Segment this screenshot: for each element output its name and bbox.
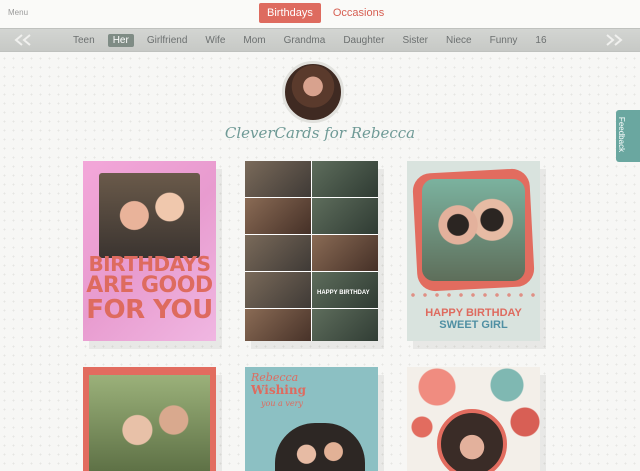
card-text-line: FOR YOU (86, 295, 213, 325)
category-tabs: Birthdays Occasions (259, 3, 392, 23)
collage-grid (245, 161, 378, 341)
filter-girlfriend[interactable]: Girlfriend (142, 34, 193, 47)
card-text-line: BIRTHDAYS (88, 252, 211, 276)
top-bar: Menu Birthdays Occasions (0, 0, 640, 28)
filter-bar: Teen Her Girlfriend Wife Mom Grandma Dau… (0, 28, 640, 52)
card-photo (437, 409, 507, 471)
collage-photo (245, 272, 311, 308)
double-chevron-right-icon[interactable] (603, 34, 625, 46)
card-text-line: HAPPY BIRTHDAY (425, 307, 522, 319)
decorative-dots (407, 289, 540, 303)
filter-funny[interactable]: Funny (485, 34, 523, 47)
filter-teen[interactable]: Teen (68, 34, 100, 47)
card-photo (89, 375, 210, 471)
collage-photo (312, 161, 378, 197)
double-chevron-left-icon[interactable] (12, 34, 34, 46)
feedback-label: Feedback (617, 116, 627, 153)
collage-photo (312, 235, 378, 271)
profile-title: CleverCards for Rebecca (224, 124, 416, 142)
collage-photo (245, 309, 311, 341)
card-birthdays-are-good[interactable]: BIRTHDAYS ARE GOOD FOR YOU (83, 161, 216, 341)
card-text-line: Wishing (251, 383, 306, 397)
card-text: HAPPY BIRTHDAY (317, 290, 370, 296)
card-photo-collage[interactable]: HAPPY BIRTHDAY (245, 161, 378, 341)
card-text: HAPPY BIRTHDAY SWEET GIRL (407, 307, 540, 331)
menu-link[interactable]: Menu (8, 8, 28, 17)
feedback-tab[interactable]: Feedback (616, 110, 640, 162)
card-photo (99, 173, 200, 258)
card-sweet-girl[interactable]: HAPPY BIRTHDAY SWEET GIRL (407, 161, 540, 341)
filter-sister[interactable]: Sister (397, 34, 433, 47)
card-text-line: ARE GOOD (86, 273, 213, 298)
filter-wife[interactable]: Wife (200, 34, 230, 47)
card-rebecca-wishing[interactable]: Rebecca Wishing you a very (245, 367, 378, 471)
filter-her[interactable]: Her (107, 33, 134, 47)
tab-occasions[interactable]: Occasions (325, 3, 392, 23)
collage-photo (245, 235, 311, 271)
card-photo (422, 179, 525, 281)
card-family-photo[interactable] (83, 367, 216, 471)
filter-grandma[interactable]: Grandma (279, 34, 331, 47)
collage-photo (245, 198, 311, 234)
card-text-line: SWEET GIRL (439, 319, 508, 331)
card-photo (275, 423, 365, 471)
filter-mom[interactable]: Mom (238, 34, 270, 47)
filter-niece[interactable]: Niece (441, 34, 477, 47)
collage-photo (312, 309, 378, 341)
filter-items: Teen Her Girlfriend Wife Mom Grandma Dau… (64, 29, 556, 51)
filter-daughter[interactable]: Daughter (338, 34, 389, 47)
card-text: BIRTHDAYS ARE GOOD FOR YOU (83, 253, 216, 323)
filter-16[interactable]: 16 (530, 34, 551, 47)
tab-birthdays[interactable]: Birthdays (259, 3, 321, 23)
profile-avatar (282, 61, 344, 123)
card-circles[interactable] (407, 367, 540, 471)
collage-photo (245, 161, 311, 197)
collage-photo (312, 198, 378, 234)
card-text-line: you a very (261, 399, 303, 408)
